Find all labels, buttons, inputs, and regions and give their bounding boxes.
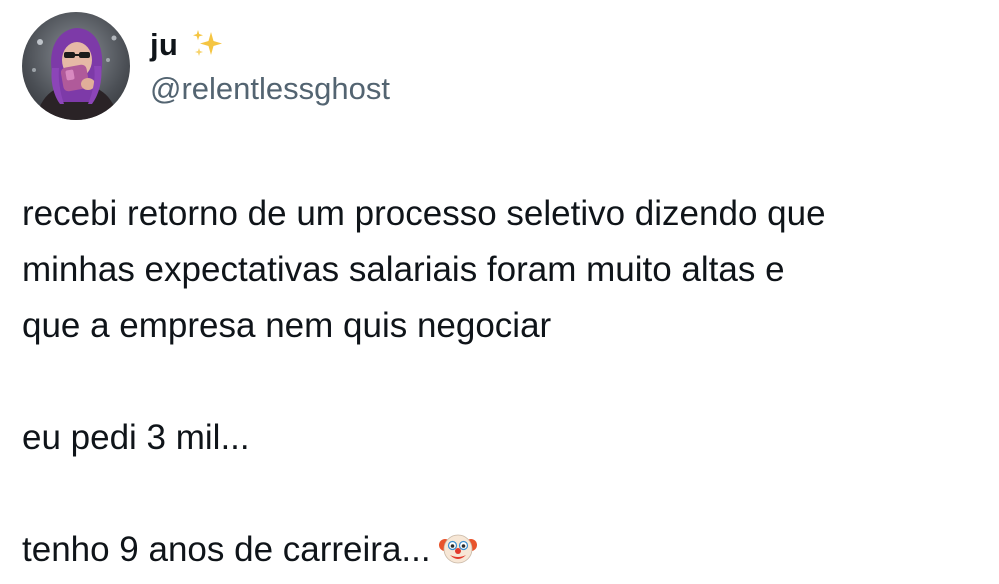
username-handle[interactable]: @relentlessghost (150, 71, 390, 107)
tweet-line-3: que a empresa nem quis negociar (22, 306, 552, 345)
tweet-card: ju @relentlessghost recebi retorno de um… (0, 0, 999, 582)
tweet-line-5-row: tenho 9 anos de carreira... (22, 522, 982, 578)
tweet-line-5: tenho 9 anos de carreira... (22, 530, 431, 569)
display-name-row: ju (150, 25, 390, 65)
tweet-line-1: recebi retorno de um processo seletivo d… (22, 194, 826, 233)
author-names: ju @relentlessghost (150, 25, 390, 107)
tweet-body: recebi retorno de um processo seletivo d… (22, 186, 982, 578)
tweet-line-4: eu pedi 3 mil... (22, 418, 250, 457)
display-name[interactable]: ju (150, 27, 178, 63)
avatar-image (32, 28, 118, 120)
avatar[interactable] (22, 12, 130, 120)
clown-face-icon (438, 528, 477, 566)
tweet-line-2: minhas expectativas salariais foram muit… (22, 250, 785, 289)
sparkles-icon (190, 28, 224, 62)
tweet-header: ju @relentlessghost (22, 12, 390, 120)
